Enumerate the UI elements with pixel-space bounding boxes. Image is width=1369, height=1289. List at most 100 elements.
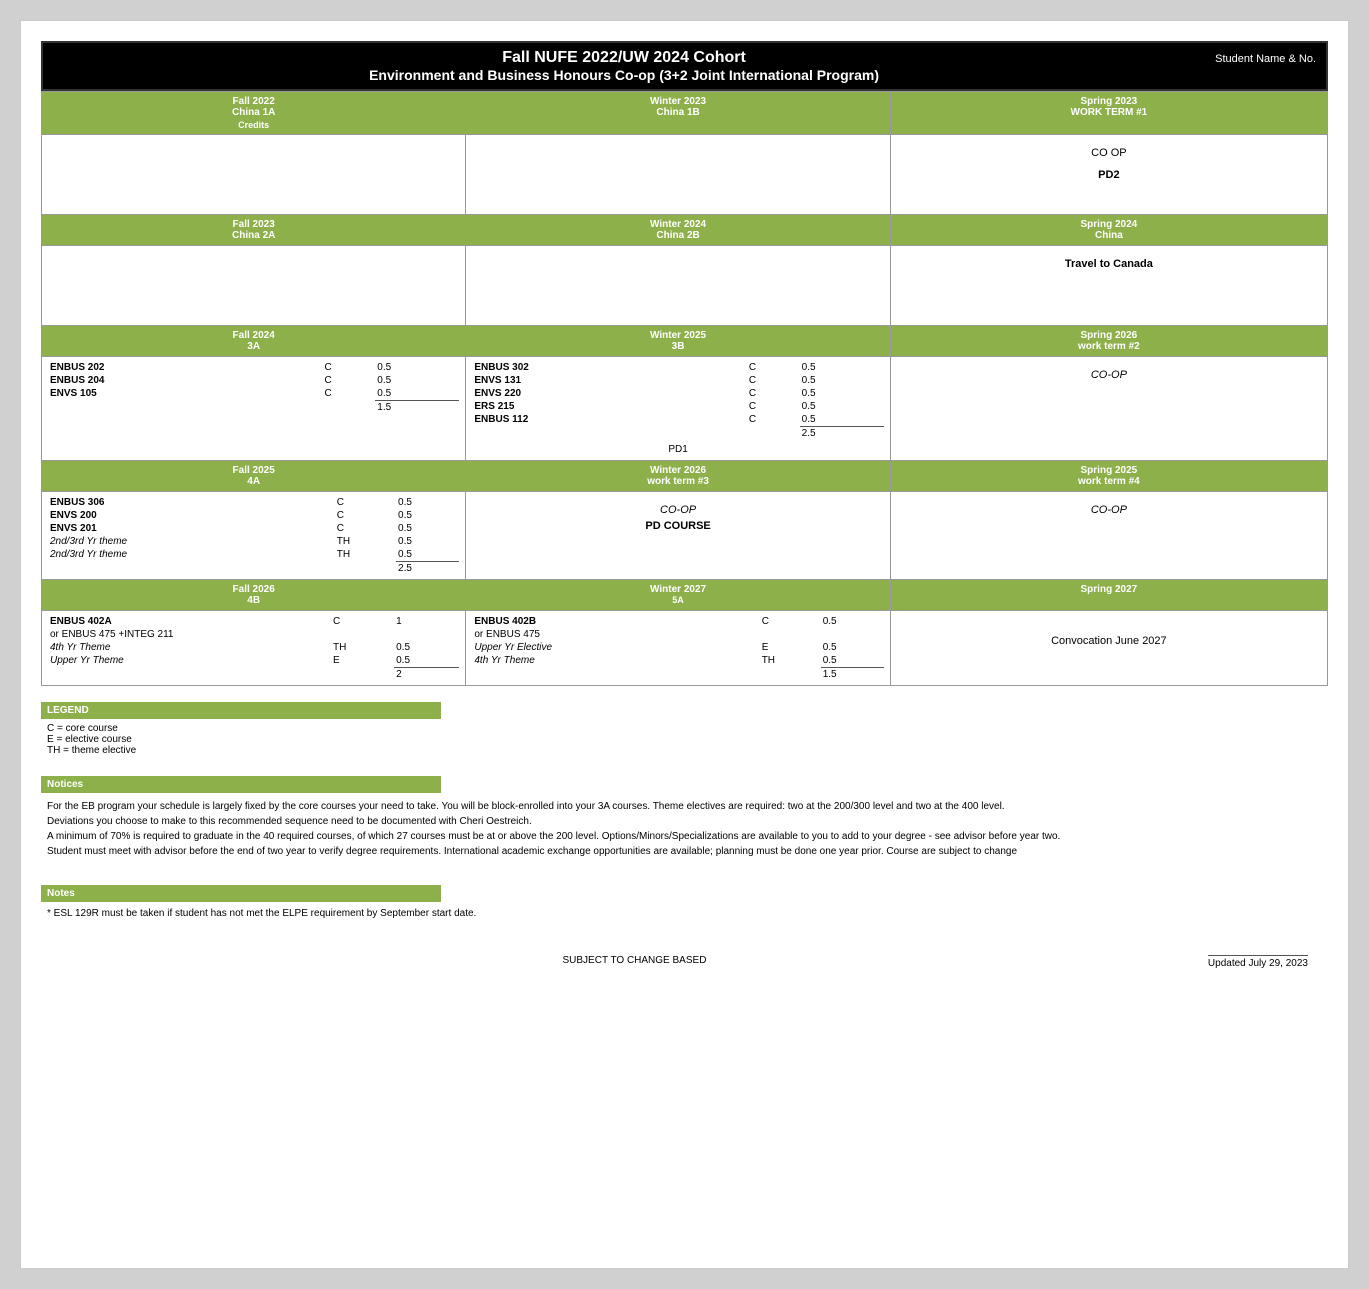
course-name: 2nd/3rd Yr theme: [48, 535, 335, 548]
course-type: TH: [760, 654, 821, 668]
notices-header: Notices: [41, 776, 441, 793]
legend-header: LEGEND: [41, 702, 441, 719]
course-type: C: [747, 387, 800, 400]
table-row: 2.5: [472, 427, 883, 441]
course-type: C: [331, 615, 394, 628]
note-line: * ESL 129R must be taken if student has …: [47, 908, 1322, 919]
row4-winter-header: Winter 2026 work term #3: [466, 461, 890, 492]
course-type: C: [747, 361, 800, 374]
row2-spring-cell: Travel to Canada: [890, 246, 1327, 326]
header-title2: Environment and Business Honours Co-op (…: [369, 67, 879, 83]
notices-section: Notices For the EB program your schedule…: [41, 776, 1328, 865]
course-type: TH: [335, 548, 396, 562]
course-credit: 0.5: [396, 548, 459, 562]
course-credit: 0.5: [396, 496, 459, 509]
table-row: 1.5: [472, 668, 883, 682]
table-row: 4th Yr Theme TH 0.5: [472, 654, 883, 668]
course-type: C: [335, 496, 396, 509]
table-row: ENVS 201 C 0.5: [48, 522, 459, 535]
notes-section: Notes * ESL 129R must be taken if studen…: [41, 885, 1328, 925]
legend-section: LEGEND C = core course E = elective cour…: [41, 702, 1328, 760]
course-name: ENBUS 402A: [48, 615, 331, 628]
header-student: Student Name & No.: [1215, 49, 1316, 65]
row2-winter-cell: [466, 246, 890, 326]
table-row: ENBUS 112 C 0.5: [472, 413, 883, 427]
table-row: ENVS 105 C 0.5: [48, 387, 459, 401]
course-name: ENVS 105: [48, 387, 323, 401]
row2-winter-header: Winter 2024 China 2B: [466, 215, 890, 246]
course-name: 2nd/3rd Yr theme: [48, 548, 335, 562]
course-name: Upper Yr Theme: [48, 654, 331, 668]
table-row: ERS 215 C 0.5: [472, 400, 883, 413]
row3-content: ENBUS 202 C 0.5 ENBUS 204 C 0.5 ENVS 105…: [42, 357, 1328, 461]
row5-fall-courses: ENBUS 402A C 1 or ENBUS 475 +INTEG 211 4…: [48, 615, 459, 681]
course-name: ENVS 201: [48, 522, 335, 535]
row5-winter-total: 1.5: [821, 668, 884, 682]
table-row: ENBUS 204 C 0.5: [48, 374, 459, 387]
row4-fall-total: 2.5: [396, 562, 459, 576]
row2-spring-header: Spring 2024 China: [890, 215, 1327, 246]
header-title1: Fall NUFE 2022/UW 2024 Cohort: [502, 49, 746, 67]
notice-line: A minimum of 70% is required to graduate…: [47, 829, 1322, 844]
course-type: TH: [335, 535, 396, 548]
row1-winter-cell: [466, 135, 890, 215]
row1-fall-cell: [42, 135, 466, 215]
course-name: ERS 215: [472, 400, 747, 413]
row3-winter-total: 2.5: [800, 427, 884, 441]
table-row: 2nd/3rd Yr theme TH 0.5: [48, 548, 459, 562]
row5-fall-total: 2: [394, 668, 459, 682]
course-name: ENVS 200: [48, 509, 335, 522]
row5-winter-courses: ENBUS 402B C 0.5 or ENBUS 475 Upper Yr E…: [472, 615, 883, 681]
header-top: Fall NUFE 2022/UW 2024 Cohort Environmen…: [43, 43, 1326, 89]
course-credit: 0.5: [396, 522, 459, 535]
legend-item: E = elective course: [47, 734, 1322, 745]
row5-fall-header: Fall 2026 4B: [42, 580, 466, 611]
row4-fall-courses: ENBUS 306 C 0.5 ENVS 200 C 0.5 ENVS 201 …: [48, 496, 459, 575]
course-credit: 1: [394, 615, 459, 628]
course-type: C: [323, 387, 376, 401]
row5-winter-header: Winter 2027 5A: [466, 580, 890, 611]
header-top-left: Fall NUFE 2022/UW 2024 Cohort Environmen…: [53, 49, 1195, 83]
table-row: Upper Yr Elective E 0.5: [472, 641, 883, 654]
course-name: ENBUS 202: [48, 361, 323, 374]
course-type: E: [331, 654, 394, 668]
table-row: 2: [48, 668, 459, 682]
row3-winter-header: Winter 2025 3B: [466, 326, 890, 357]
main-schedule-table: Fall 2022 China 1A Credits Winter 2023 C…: [41, 91, 1328, 686]
course-name: ENBUS 302: [472, 361, 747, 374]
table-row: ENBUS 202 C 0.5: [48, 361, 459, 374]
row4-spring-coop: CO-OP: [897, 504, 1321, 516]
row5-spring-header: Spring 2027: [890, 580, 1327, 611]
row3-fall-cell: ENBUS 202 C 0.5 ENBUS 204 C 0.5 ENVS 105…: [42, 357, 466, 461]
course-type: C: [760, 615, 821, 628]
table-row: 1.5: [48, 401, 459, 415]
course-credit: 0.5: [800, 400, 884, 413]
course-type: C: [323, 374, 376, 387]
page: Fall NUFE 2022/UW 2024 Cohort Environmen…: [20, 20, 1349, 1269]
footer-right: Updated July 29, 2023: [1208, 955, 1308, 969]
course-name: or ENBUS 475 +INTEG 211: [48, 628, 459, 641]
notice-line: Student must meet with advisor before th…: [47, 844, 1322, 859]
table-row: Upper Yr Theme E 0.5: [48, 654, 459, 668]
row3-winter-cell: ENBUS 302 C 0.5 ENVS 131 C 0.5 ENVS 220 …: [466, 357, 890, 461]
course-type: C: [747, 413, 800, 427]
footer-center: SUBJECT TO CHANGE BASED: [562, 955, 706, 969]
row3-headers: Fall 2024 3A Winter 2025 3B Spring 2026 …: [42, 326, 1328, 357]
course-name: ENVS 131: [472, 374, 747, 387]
course-credit: 0.5: [394, 654, 459, 668]
course-credit: 0.5: [375, 361, 459, 374]
course-name: ENVS 220: [472, 387, 747, 400]
course-credit: 0.5: [396, 535, 459, 548]
row5-spring-convocation: Convocation June 2027: [897, 635, 1321, 647]
row2-fall-cell: [42, 246, 466, 326]
legend-content: C = core course E = elective course TH =…: [41, 719, 1328, 760]
row2-spring-travel: Travel to Canada: [897, 258, 1321, 270]
row3-fall-header: Fall 2024 3A: [42, 326, 466, 357]
course-credit: 0.5: [821, 641, 884, 654]
row5-spring-cell: Convocation June 2027: [890, 611, 1327, 686]
notices-content: For the EB program your schedule is larg…: [41, 793, 1328, 865]
row1-fall-header: Fall 2022 China 1A Credits: [42, 92, 466, 135]
course-credit: 0.5: [800, 413, 884, 427]
row1-headers: Fall 2022 China 1A Credits Winter 2023 C…: [42, 92, 1328, 135]
notice-line: For the EB program your schedule is larg…: [47, 799, 1322, 814]
